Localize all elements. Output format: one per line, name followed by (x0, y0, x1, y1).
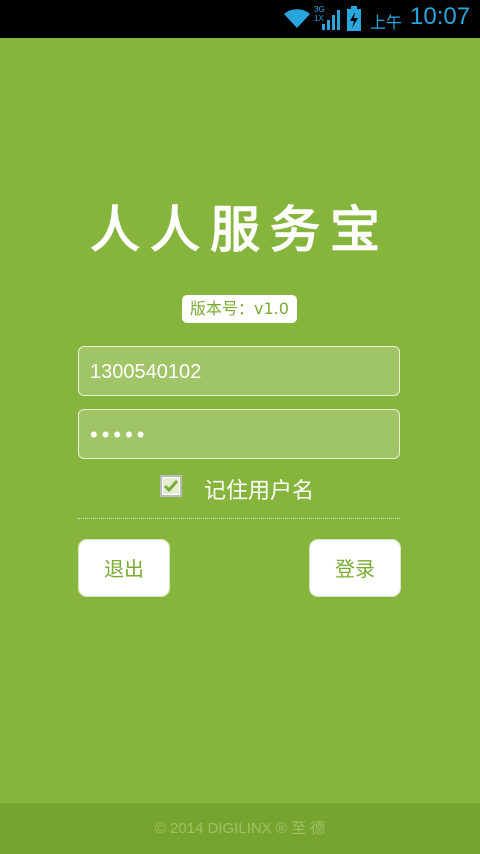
password-input[interactable]: ••••• (78, 409, 400, 459)
battery-charging-icon (346, 6, 362, 36)
status-bar: 3G 1X 上午 10:07 (0, 0, 480, 38)
wifi-icon (282, 6, 312, 34)
signal-icon (322, 8, 342, 36)
version-badge: 版本号：v1.0 (182, 295, 297, 323)
exit-button[interactable]: 退出 (78, 539, 170, 597)
divider (78, 518, 400, 519)
app-title: 人人服务宝 (90, 200, 390, 259)
remember-checkbox[interactable] (160, 475, 182, 497)
clock: 10:07 (410, 3, 471, 30)
footer-copyright: © 2014 DIGILINX ® 至 德 (0, 803, 480, 854)
time-ampm: 上午 (370, 13, 403, 32)
login-screen: 3G 1X 上午 10:07 人人服务宝 版本号：v1.0 1300540102… (0, 0, 480, 854)
username-input[interactable]: 1300540102 (78, 346, 400, 396)
check-icon (163, 478, 179, 494)
login-button[interactable]: 登录 (309, 539, 401, 597)
remember-label: 记住用户名 (204, 479, 315, 504)
